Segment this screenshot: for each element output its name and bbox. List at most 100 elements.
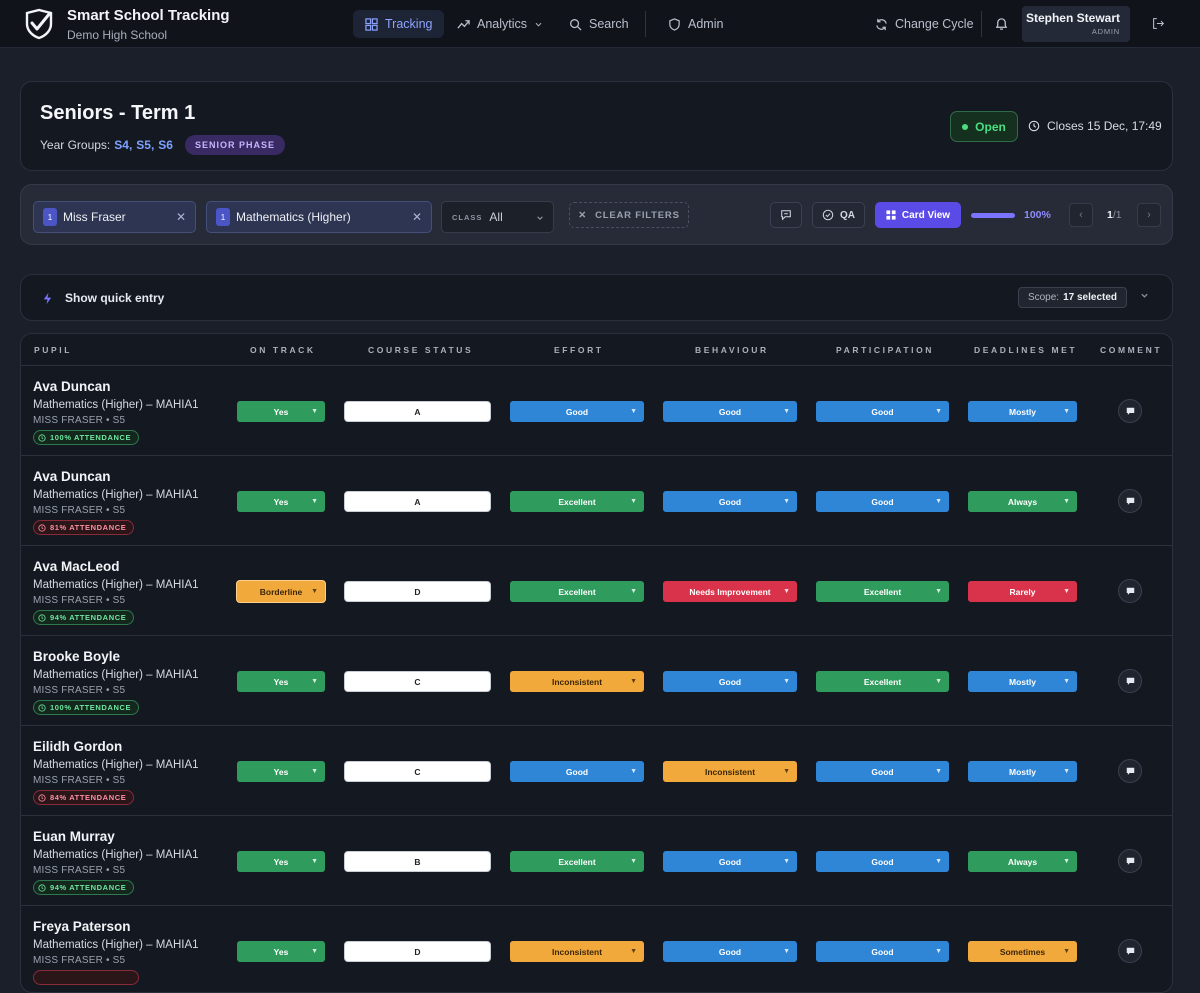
behaviour-select[interactable]: Good ▼ — [663, 401, 797, 422]
card-view-button[interactable]: Card View — [875, 202, 961, 228]
chevron-down-icon[interactable] — [1140, 291, 1149, 300]
deadlines-select[interactable]: Mostly ▼ — [968, 761, 1077, 782]
teacher-filter-chip[interactable]: 1 Miss Fraser ✕ — [33, 201, 196, 233]
table-row: Ava Duncan Mathematics (Higher) – MAHIA1 M… — [21, 366, 1172, 456]
comments-toggle-button[interactable] — [770, 202, 802, 228]
course-filter-chip[interactable]: 1 Mathematics (Higher) ✕ — [206, 201, 432, 233]
participation-select-value: Excellent — [863, 676, 902, 687]
notifications-button[interactable] — [992, 14, 1010, 32]
course-status-input[interactable]: A — [344, 491, 491, 512]
behaviour-select[interactable]: Inconsistent ▼ — [663, 761, 797, 782]
pupil-name[interactable]: Eilidh Gordon — [33, 739, 122, 754]
column-header-on-track: ON TRACK — [250, 345, 316, 355]
comment-icon — [1126, 407, 1134, 415]
attendance-text: 100% ATTENDANCE — [50, 433, 132, 442]
participation-select[interactable]: Good ▼ — [816, 851, 949, 872]
next-page-button[interactable]: › — [1137, 203, 1161, 227]
comment-button[interactable] — [1118, 489, 1142, 513]
chevron-down-icon: ▼ — [630, 768, 637, 775]
on-track-select[interactable]: Yes ▼ — [237, 761, 325, 782]
effort-select[interactable]: Good ▼ — [510, 401, 644, 422]
change-cycle-button[interactable]: Change Cycle — [863, 10, 986, 38]
class-select[interactable]: CLASS All — [441, 201, 554, 233]
on-track-select[interactable]: Yes ▼ — [237, 671, 325, 692]
participation-select-value: Good — [871, 766, 894, 777]
qa-button[interactable]: QA — [812, 202, 865, 228]
course-status-input[interactable]: B — [344, 851, 491, 872]
pupil-name[interactable]: Ava Duncan — [33, 469, 111, 484]
effort-select[interactable]: Inconsistent ▼ — [510, 671, 644, 692]
comment-button[interactable] — [1118, 759, 1142, 783]
participation-select[interactable]: Good ▼ — [816, 401, 949, 422]
pupil-name[interactable]: Ava Duncan — [33, 379, 111, 394]
on-track-select[interactable]: Borderline ▼ — [237, 581, 325, 602]
show-quick-entry-toggle[interactable]: Show quick entry — [41, 291, 164, 305]
effort-select[interactable]: Excellent ▼ — [510, 491, 644, 512]
on-track-select[interactable]: Yes ▼ — [237, 941, 325, 962]
effort-select[interactable]: Good ▼ — [510, 761, 644, 782]
refresh-icon — [876, 18, 887, 30]
nav-analytics[interactable]: Analytics — [445, 10, 555, 38]
behaviour-select[interactable]: Good ▼ — [663, 851, 797, 872]
table-row: Ava Duncan Mathematics (Higher) – MAHIA1 M… — [21, 456, 1172, 546]
clear-filters-button[interactable]: ✕ CLEAR FILTERS — [569, 202, 689, 228]
participation-select-value: Good — [871, 856, 894, 867]
behaviour-select[interactable]: Good ▼ — [663, 491, 797, 512]
pupil-name[interactable]: Ava MacLeod — [33, 559, 120, 574]
course-status-input[interactable]: C — [344, 671, 491, 692]
deadlines-select[interactable]: Sometimes ▼ — [968, 941, 1077, 962]
nav-search[interactable]: Search — [557, 10, 641, 38]
course-status-input[interactable]: C — [344, 761, 491, 782]
course-filter-label: Mathematics (Higher) — [236, 210, 351, 224]
deadlines-select[interactable]: Rarely ▼ — [968, 581, 1077, 602]
close-icon[interactable]: ✕ — [412, 210, 422, 224]
comment-button[interactable] — [1118, 579, 1142, 603]
behaviour-select[interactable]: Good ▼ — [663, 671, 797, 692]
on-track-select[interactable]: Yes ▼ — [237, 851, 325, 872]
participation-select-value: Good — [871, 496, 894, 507]
course-status-input[interactable]: A — [344, 401, 491, 422]
comment-button[interactable] — [1118, 939, 1142, 963]
course-status-input[interactable]: D — [344, 941, 491, 962]
tracking-table: PUPIL ON TRACK COURSE STATUS EFFORT BEHA… — [20, 333, 1173, 993]
effort-select[interactable]: Excellent ▼ — [510, 581, 644, 602]
nav-admin[interactable]: Admin — [656, 10, 735, 38]
pupil-name[interactable]: Brooke Boyle — [33, 649, 120, 664]
effort-select[interactable]: Inconsistent ▼ — [510, 941, 644, 962]
behaviour-select[interactable]: Good ▼ — [663, 941, 797, 962]
close-icon[interactable]: ✕ — [176, 210, 186, 224]
participation-select[interactable]: Good ▼ — [816, 491, 949, 512]
course-status-input[interactable]: D — [344, 581, 491, 602]
scope-label: Scope: — [1027, 292, 1060, 303]
pupil-name[interactable]: Freya Paterson — [33, 919, 131, 934]
deadlines-select[interactable]: Always ▼ — [968, 491, 1077, 512]
on-track-select[interactable]: Yes ▼ — [237, 491, 325, 512]
on-track-select[interactable]: Yes ▼ — [237, 401, 325, 422]
comment-icon — [1126, 767, 1134, 775]
logout-button[interactable] — [1150, 15, 1166, 31]
participation-select[interactable]: Excellent ▼ — [816, 581, 949, 602]
column-header-course-status: COURSE STATUS — [368, 345, 474, 355]
user-menu[interactable]: Stephen Stewart ADMIN — [1022, 6, 1130, 42]
participation-select[interactable]: Good ▼ — [816, 941, 949, 962]
participation-select[interactable]: Excellent ▼ — [816, 671, 949, 692]
effort-select[interactable]: Excellent ▼ — [510, 851, 644, 872]
deadlines-select[interactable]: Mostly ▼ — [968, 401, 1077, 422]
previous-page-button[interactable]: ‹ — [1069, 203, 1093, 227]
comment-button[interactable] — [1118, 849, 1142, 873]
comment-button[interactable] — [1118, 669, 1142, 693]
chevron-down-icon: ▼ — [783, 678, 790, 685]
year-group-s6: S6 — [158, 138, 173, 152]
deadlines-select[interactable]: Always ▼ — [968, 851, 1077, 872]
comment-icon — [781, 210, 791, 221]
comment-button[interactable] — [1118, 399, 1142, 423]
behaviour-select[interactable]: Needs Improvement ▼ — [663, 581, 797, 602]
deadlines-select[interactable]: Mostly ▼ — [968, 671, 1077, 692]
nav-tracking[interactable]: Tracking — [353, 10, 445, 38]
participation-select[interactable]: Good ▼ — [816, 761, 949, 782]
pupil-name[interactable]: Euan Murray — [33, 829, 115, 844]
attendance-badge: 94% ATTENDANCE — [33, 880, 135, 895]
comment-icon — [1126, 947, 1134, 955]
scope-indicator[interactable]: Scope: 17 selected — [1018, 287, 1127, 308]
participation-select-value: Good — [871, 406, 894, 417]
